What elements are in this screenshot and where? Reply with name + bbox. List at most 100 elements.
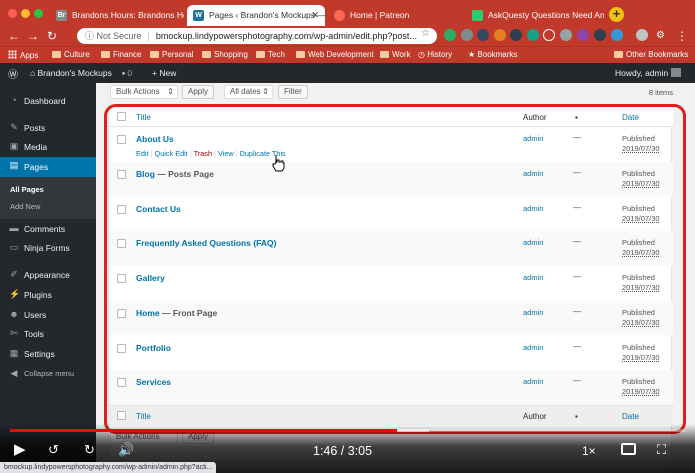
page-title-link[interactable]: Home — Front Page <box>136 308 217 318</box>
extension-icon[interactable] <box>611 29 623 41</box>
page-title-link[interactable]: About Us <box>136 134 174 144</box>
row-checkbox[interactable] <box>117 343 126 353</box>
page-title-link[interactable]: Contact Us <box>136 204 181 214</box>
reload-icon[interactable]: ↻ <box>47 29 57 43</box>
sidebar-item-ninja-forms[interactable]: ▭ Ninja Forms <box>0 239 96 257</box>
progress-bar[interactable] <box>10 429 685 432</box>
comments-column-icon[interactable]: ▪ <box>575 412 578 421</box>
sidebar-item-pages[interactable]: ▤ Pages <box>0 157 96 177</box>
author-link[interactable]: admin <box>523 343 543 352</box>
url-input[interactable]: ⓘ Not Secure | bmockup.lindypowersphotogra… <box>77 28 437 44</box>
profile-avatar[interactable] <box>636 29 648 41</box>
menu-dots-icon[interactable]: ⋮ <box>676 29 688 43</box>
comments-link[interactable]: ▪ 0 <box>122 68 132 78</box>
bookmark-folder[interactable]: Work <box>380 50 411 59</box>
bookmark-folder[interactable]: Personal <box>150 50 194 59</box>
sidebar-item-media[interactable]: ▣ Media <box>0 138 96 156</box>
volume-icon[interactable]: 🔊 <box>118 442 134 458</box>
sidebar-item-posts[interactable]: ✎ Posts <box>0 119 96 137</box>
row-checkbox[interactable] <box>117 239 126 249</box>
extension-icon[interactable] <box>494 29 506 41</box>
sidebar-item-plugins[interactable]: ⚡ Plugins <box>0 286 96 304</box>
bookmark-star-icon[interactable]: ☆ <box>421 28 430 39</box>
filter-button[interactable]: Filter <box>278 85 308 99</box>
settings-gear-icon[interactable]: ⚙ <box>656 29 665 43</box>
bookmark-folder[interactable]: Shopping <box>202 50 248 59</box>
sidebar-item-tools[interactable]: ✄ Tools <box>0 325 96 343</box>
extension-icon[interactable] <box>477 29 489 41</box>
apply-button[interactable]: Apply <box>182 85 215 99</box>
page-title-link[interactable]: Frequently Asked Questions (FAQ) <box>136 238 276 248</box>
page-title-link[interactable]: Blog — Posts Page <box>136 169 214 179</box>
sidebar-item-dashboard[interactable]: ◔ Dashboard <box>0 92 96 110</box>
extension-icon[interactable] <box>461 29 473 41</box>
author-link[interactable]: admin <box>523 134 543 143</box>
info-icon[interactable]: ⓘ <box>85 31 97 41</box>
page-title-link[interactable]: Gallery <box>136 273 165 283</box>
browser-tab[interactable]: Br Brandons Hours: Brandons Ho <box>50 5 184 26</box>
browser-tab-active[interactable]: W Pages ‹ Brandon's Mockups — ✕ <box>187 5 325 26</box>
miniplayer-icon[interactable] <box>621 443 636 455</box>
row-checkbox[interactable] <box>117 274 126 283</box>
author-link[interactable]: admin <box>523 204 543 213</box>
collapse-menu-button[interactable]: ◀ Collapse menu <box>0 365 96 383</box>
sidebar-item-settings[interactable]: ▦ Settings <box>0 345 96 363</box>
bookmark-apps[interactable]: Apps <box>8 50 38 60</box>
close-tab-icon[interactable]: ✕ <box>311 10 319 21</box>
view-link[interactable]: View <box>218 149 234 158</box>
bookmark-folder[interactable]: Tech <box>256 50 285 59</box>
trash-link[interactable]: Trash <box>194 149 212 158</box>
page-title-link[interactable]: Services <box>136 377 171 387</box>
row-checkbox[interactable] <box>117 135 126 144</box>
submenu-add-new[interactable]: Add New <box>10 202 40 211</box>
author-link[interactable]: admin <box>523 308 543 317</box>
bookmark-other[interactable]: Other Bookmarks <box>614 50 688 59</box>
browser-tab[interactable]: Home | Patreon <box>328 5 463 26</box>
close-window-icon[interactable] <box>8 9 17 18</box>
forward-5-icon[interactable]: ↻ <box>84 442 95 458</box>
new-tab-button[interactable]: + <box>609 7 624 22</box>
playback-speed-button[interactable]: 1× <box>582 444 596 458</box>
extension-icon[interactable] <box>560 29 572 41</box>
sidebar-item-appearance[interactable]: ✐ Appearance <box>0 266 96 284</box>
bulk-actions-select[interactable]: Bulk Actions ⇕ <box>110 85 178 99</box>
bookmark-bookmarks[interactable]: ★ Bookmarks <box>468 50 517 59</box>
quick-edit-link[interactable]: Quick Edit <box>155 149 188 158</box>
author-link[interactable]: admin <box>523 169 543 178</box>
row-checkbox[interactable] <box>117 169 126 179</box>
sidebar-item-users[interactable]: ☻ Users <box>0 306 96 324</box>
title-column-footer[interactable]: Title <box>136 412 151 421</box>
date-column-footer[interactable]: Date <box>622 412 639 421</box>
browser-tab[interactable]: AskQuesty Questions Need An <box>466 5 604 26</box>
fullscreen-icon[interactable]: ⛶ <box>657 442 666 458</box>
maximize-window-icon[interactable] <box>34 9 43 18</box>
wordpress-logo-icon[interactable]: Ⓦ <box>8 66 18 81</box>
submenu-all-pages[interactable]: All Pages <box>10 185 44 194</box>
extension-icon[interactable] <box>444 29 456 41</box>
bookmark-folder[interactable]: Web Development <box>296 50 374 59</box>
extension-icon[interactable] <box>543 29 555 41</box>
comments-column-icon[interactable]: ▪ <box>575 113 578 122</box>
row-checkbox[interactable] <box>117 378 126 388</box>
extension-icon[interactable] <box>594 29 606 41</box>
rewind-5-icon[interactable]: ↺ <box>48 442 59 458</box>
select-all-checkbox[interactable] <box>117 112 126 121</box>
bookmark-folder[interactable]: Finance <box>101 50 141 59</box>
row-checkbox[interactable] <box>117 204 126 214</box>
author-link[interactable]: admin <box>523 238 543 247</box>
extension-icon[interactable] <box>577 29 589 41</box>
forward-icon[interactable]: → <box>27 29 39 43</box>
play-icon[interactable]: ▶ <box>14 442 26 458</box>
select-all-checkbox[interactable] <box>117 411 126 420</box>
author-link[interactable]: admin <box>523 377 543 386</box>
extension-icon[interactable] <box>527 29 539 41</box>
account-menu[interactable]: Howdy, admin <box>615 68 681 78</box>
site-name-link[interactable]: ⌂ Brandon's Mockups <box>30 68 112 78</box>
minimize-window-icon[interactable] <box>21 9 30 18</box>
new-content-link[interactable]: + New <box>152 68 176 78</box>
sidebar-item-comments[interactable]: ▬ Comments <box>0 220 96 238</box>
extension-icon[interactable] <box>510 29 522 41</box>
author-link[interactable]: admin <box>523 273 543 282</box>
row-checkbox[interactable] <box>117 308 126 318</box>
back-icon[interactable]: ← <box>8 29 20 43</box>
